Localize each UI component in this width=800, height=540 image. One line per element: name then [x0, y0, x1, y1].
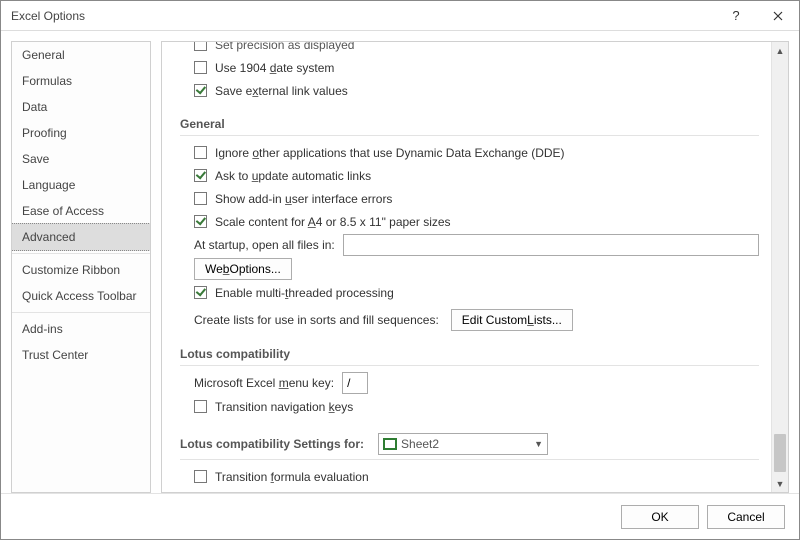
sidebar-item-add-ins[interactable]: Add-ins [12, 316, 150, 342]
group-lotus-settings: Lotus compatibility Settings for: Sheet2… [180, 427, 759, 460]
sidebar-item-customize-ribbon[interactable]: Customize Ribbon [12, 257, 150, 283]
sidebar-item-trust-center[interactable]: Trust Center [12, 342, 150, 368]
sidebar-item-save[interactable]: Save [12, 146, 150, 172]
sheet-icon [383, 438, 397, 450]
checkbox-1904-date[interactable] [194, 61, 207, 74]
label-external-links: Save external link values [215, 84, 348, 98]
checkbox-transition-formula-eval[interactable] [194, 470, 207, 483]
options-panel: Set precision as displayed Use 1904 date… [161, 41, 789, 493]
label-transition-nav: Transition navigation keys [215, 400, 353, 414]
checkbox-addin-errors[interactable] [194, 192, 207, 205]
checkbox-external-links[interactable] [194, 84, 207, 97]
vertical-scrollbar[interactable]: ▲ ▼ [771, 42, 788, 492]
sheet-select-value: Sheet2 [401, 437, 439, 451]
label-menu-key: Microsoft Excel menu key: [194, 376, 334, 390]
checkbox-autolinks[interactable] [194, 169, 207, 182]
label-transition-formula-eval: Transition formula evaluation [215, 470, 369, 484]
sidebar-item-formulas[interactable]: Formulas [12, 68, 150, 94]
sidebar-item-general[interactable]: General [12, 42, 150, 68]
close-button[interactable] [757, 1, 799, 31]
label-lotus-settings: Lotus compatibility Settings for: [180, 437, 364, 451]
sidebar-item-quick-access-toolbar[interactable]: Quick Access Toolbar [12, 283, 150, 309]
sidebar-item-language[interactable]: Language [12, 172, 150, 198]
label-startup-path: At startup, open all files in: [194, 238, 335, 252]
scroll-up-arrow[interactable]: ▲ [772, 42, 788, 59]
label-scale-content: Scale content for A4 or 8.5 x 11" paper … [215, 215, 451, 229]
menu-key-input[interactable] [342, 372, 368, 394]
edit-custom-lists-button[interactable]: Edit Custom Lists... [451, 309, 573, 331]
chevron-down-icon: ▼ [528, 439, 543, 449]
cancel-button[interactable]: Cancel [707, 505, 785, 529]
label-precision: Set precision as displayed [215, 42, 354, 52]
window-title: Excel Options [11, 9, 715, 23]
excel-options-dialog: Excel Options ? General Formulas Data Pr… [0, 0, 800, 540]
label-custom-lists: Create lists for use in sorts and fill s… [194, 313, 439, 327]
checkbox-transition-nav[interactable] [194, 400, 207, 413]
dialog-footer: OK Cancel [1, 493, 799, 539]
ok-button[interactable]: OK [621, 505, 699, 529]
sidebar-item-data[interactable]: Data [12, 94, 150, 120]
startup-path-input[interactable] [343, 234, 759, 256]
checkbox-precision[interactable] [194, 42, 207, 51]
group-general: General [180, 111, 759, 136]
label-multithread: Enable multi-threaded processing [215, 286, 394, 300]
label-dde: Ignore other applications that use Dynam… [215, 146, 565, 160]
titlebar: Excel Options ? [1, 1, 799, 31]
label-addin-errors: Show add-in user interface errors [215, 192, 392, 206]
checkbox-scale-content[interactable] [194, 215, 207, 228]
scroll-down-arrow[interactable]: ▼ [772, 475, 788, 492]
web-options-button[interactable]: Web Options... [194, 258, 292, 280]
sidebar-item-proofing[interactable]: Proofing [12, 120, 150, 146]
label-autolinks: Ask to update automatic links [215, 169, 371, 183]
scroll-thumb[interactable] [774, 434, 786, 472]
group-lotus: Lotus compatibility [180, 341, 759, 366]
sidebar-item-ease-of-access[interactable]: Ease of Access [12, 198, 150, 224]
help-button[interactable]: ? [715, 1, 757, 31]
sidebar-item-advanced[interactable]: Advanced [11, 223, 151, 251]
category-list: General Formulas Data Proofing Save Lang… [11, 41, 151, 493]
sheet-select[interactable]: Sheet2 ▼ [378, 433, 548, 455]
label-1904-date: Use 1904 date system [215, 61, 334, 75]
checkbox-multithread[interactable] [194, 286, 207, 299]
checkbox-dde[interactable] [194, 146, 207, 159]
